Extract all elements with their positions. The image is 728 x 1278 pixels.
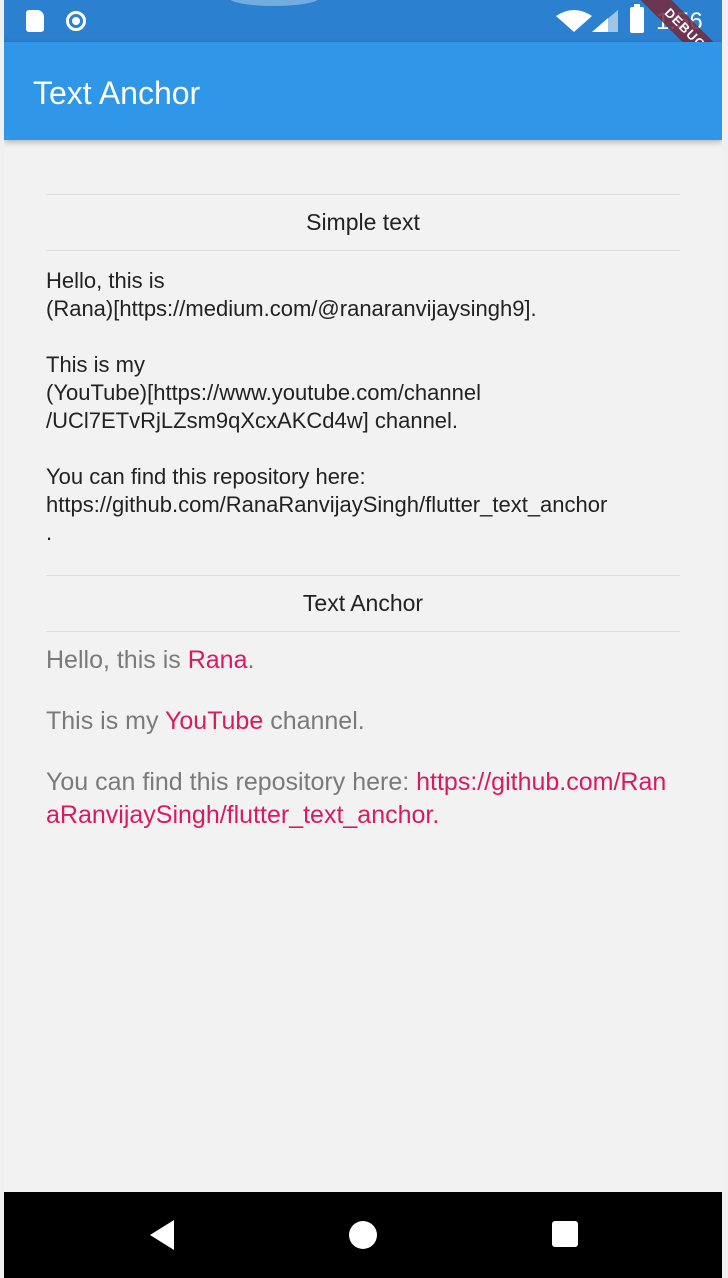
wifi-icon — [556, 10, 592, 32]
text-anchor-section: Text Anchor Hello, this is Rana. This is… — [46, 575, 680, 832]
anchor-text: You can find this repository here: — [46, 768, 417, 796]
back-icon[interactable] — [150, 1220, 174, 1250]
page-title: Text Anchor — [33, 75, 201, 111]
simple-text-body: Hello, this is (Rana)[https://medium.com… — [46, 268, 608, 545]
cell-signal-icon — [592, 10, 618, 32]
text-anchor-header: Text Anchor — [46, 575, 680, 632]
sync-icon — [66, 11, 86, 31]
simple-text-header: Simple text — [46, 194, 680, 251]
youtube-link[interactable]: YouTube — [165, 707, 263, 735]
home-icon[interactable] — [349, 1221, 377, 1249]
rana-link[interactable]: Rana — [188, 646, 248, 674]
phone-screen: 1:56 DEBUG Text Anchor Simple text Hello… — [4, 0, 722, 1278]
status-bar-highlight — [229, 0, 319, 6]
status-bar: 1:56 DEBUG — [4, 0, 722, 90]
anchor-text: This is my — [46, 707, 165, 735]
anchor-text: . — [247, 646, 255, 674]
app-bar: Text Anchor — [4, 42, 722, 140]
sd-card-icon — [26, 10, 44, 32]
anchor-paragraph-3: You can find this repository here: https… — [46, 766, 680, 832]
anchor-paragraph-2: This is my YouTube channel. — [46, 705, 680, 738]
battery-icon — [630, 4, 644, 33]
recents-icon[interactable] — [552, 1221, 578, 1247]
anchor-text: Hello, this is — [46, 646, 188, 674]
anchor-text: channel. — [263, 707, 365, 735]
anchor-paragraph-1: Hello, this is Rana. — [46, 644, 680, 677]
navigation-bar — [4, 1192, 722, 1278]
main-content: Simple text Hello, this is (Rana)[https:… — [46, 194, 680, 832]
